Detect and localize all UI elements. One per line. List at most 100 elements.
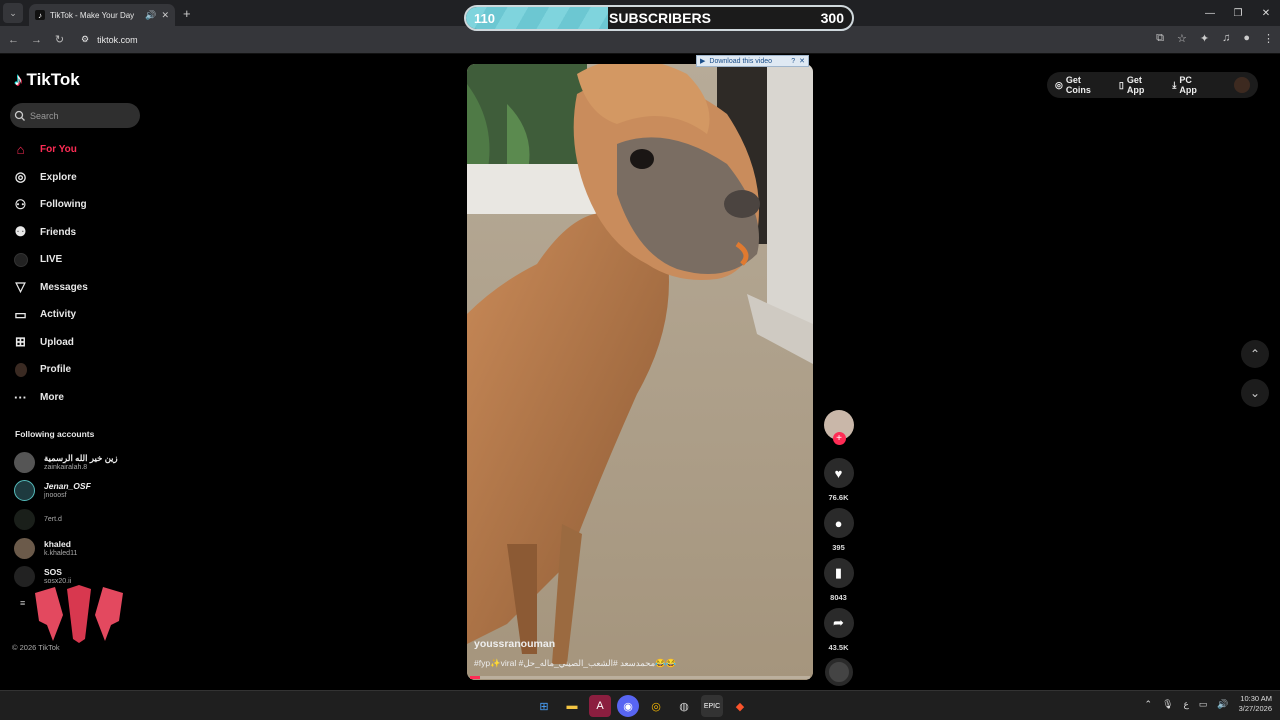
download-bar-close-icon[interactable]: ✕	[799, 57, 805, 65]
epic-games-icon[interactable]: EPIC	[701, 695, 723, 717]
see-more-list-icon[interactable]: ≡	[20, 598, 25, 608]
windows-start-icon[interactable]: ⊞	[533, 695, 555, 717]
search-input[interactable]: Search	[10, 103, 140, 128]
media-controls-icon[interactable]: ♫	[1222, 32, 1230, 45]
browser-tab[interactable]: ♪ TikTok - Make Your Day 🔊 ✕	[29, 4, 175, 26]
close-tab-icon[interactable]: ✕	[161, 10, 169, 21]
forward-button[interactable]: →	[25, 34, 48, 46]
language-icon[interactable]: ع	[1184, 699, 1189, 710]
back-button[interactable]: ←	[2, 34, 25, 46]
sidebar-item-following[interactable]: ⚇ Following	[12, 191, 172, 219]
account-name: Jenan_OSF	[44, 481, 91, 492]
get-coins-label: Get Coins	[1065, 75, 1091, 95]
obs-icon[interactable]: ◍	[673, 695, 695, 717]
minimize-button[interactable]: —	[1196, 0, 1224, 26]
download-bar-help-icon[interactable]: ?	[791, 58, 795, 65]
sidebar-item-explore[interactable]: ◎ Explore	[12, 164, 172, 192]
save-button[interactable]: ▮	[823, 558, 854, 588]
top-actions: ◎ Get Coins ▯ Get App ⤓ PC App	[1047, 72, 1258, 98]
volume-icon[interactable]: 🔊	[1217, 699, 1228, 710]
close-window-button[interactable]: ✕	[1252, 0, 1280, 26]
avatar	[14, 451, 35, 473]
sidebar-item-messages[interactable]: ▽ Messages	[12, 274, 172, 302]
like-action: ♥ 76.6K	[822, 458, 855, 502]
tiktok-logo[interactable]: ♪ TikTok	[14, 70, 80, 90]
following-account[interactable]: 7ert.d	[14, 505, 164, 534]
url-text: tiktok.com	[97, 34, 138, 45]
heart-icon: ♥	[834, 465, 843, 481]
profile-icon[interactable]: ●	[1243, 32, 1250, 45]
restore-button[interactable]: ❐	[1224, 0, 1252, 26]
following-account[interactable]: Jenan_OSF jnooosf	[14, 477, 164, 506]
file-explorer-icon[interactable]: ▬	[561, 695, 583, 717]
subscriber-label: SUBSCRIBERS	[609, 10, 711, 26]
account-username: k.khaled11	[44, 549, 78, 557]
bookmark-star-icon[interactable]: ☆	[1177, 32, 1187, 45]
video-author[interactable]: youssranouman	[474, 638, 555, 650]
sidebar-item-profile[interactable]: Profile	[12, 356, 172, 384]
get-app-button[interactable]: ▯ Get App	[1119, 75, 1160, 95]
like-count: 76.6K	[828, 493, 849, 502]
get-coins-button[interactable]: ◎ Get Coins	[1055, 75, 1107, 95]
sidebar-item-label: Messages	[40, 281, 88, 293]
comment-action: ● 395	[822, 508, 855, 552]
share-count: 43.5K	[828, 643, 849, 652]
network-icon[interactable]: ▭	[1199, 699, 1208, 710]
subscriber-current-count: 110	[474, 10, 495, 26]
creator-avatar[interactable]: +	[823, 410, 854, 445]
url-field[interactable]: ⚙ tiktok.com	[81, 34, 138, 45]
avatar	[14, 480, 35, 502]
sidebar-item-for-you[interactable]: ⌂ For You	[12, 136, 172, 164]
subscriber-goal-overlay: 110 SUBSCRIBERS 300	[464, 5, 854, 31]
following-account[interactable]: khaled k.khaled11	[14, 534, 164, 563]
sidebar-item-live[interactable]: LIVE	[12, 246, 172, 274]
previous-video-button[interactable]: ⌃	[1241, 340, 1269, 368]
pc-app-button[interactable]: ⤓ PC App	[1172, 75, 1210, 95]
profile-avatar-icon	[12, 362, 29, 377]
sidebar-item-upload[interactable]: ⊞ Upload	[12, 329, 172, 357]
friends-icon: ⚉	[14, 224, 27, 240]
avatar	[14, 566, 35, 588]
video-progress-fill	[470, 676, 481, 679]
follow-plus-icon[interactable]: +	[832, 432, 846, 445]
tray-chevron-up-icon[interactable]: ⌃	[1145, 699, 1153, 710]
music-disc-icon[interactable]	[824, 658, 853, 686]
sidebar-item-label: Profile	[40, 364, 72, 376]
speaker-icon[interactable]: 🔊	[145, 10, 156, 21]
upload-icon: ⊞	[15, 334, 26, 350]
following-account[interactable]: زين خير الله الرسمية zainkairalah.8	[14, 448, 164, 477]
comment-button[interactable]: ●	[823, 508, 854, 538]
new-tab-button[interactable]: +	[183, 6, 191, 21]
brave-icon[interactable]: ◆	[729, 695, 751, 717]
sidebar-item-label: Upload	[40, 336, 74, 348]
design-app-icon[interactable]: A	[589, 695, 611, 717]
discord-icon[interactable]: ◉	[617, 695, 639, 717]
brand-name: TikTok	[26, 70, 80, 89]
microphone-icon[interactable]: 🎙	[1162, 699, 1173, 710]
share-button[interactable]: ➦	[823, 608, 854, 638]
sidebar-item-more[interactable]: ··· More	[12, 384, 172, 412]
browser-menu-icon[interactable]: ⋮	[1263, 32, 1274, 45]
install-icon[interactable]: ⧉	[1156, 32, 1164, 45]
sidebar-item-activity[interactable]: ▭ Activity	[12, 301, 172, 329]
account-name: زين خير الله الرسمية	[44, 452, 118, 463]
following-icon: ⚇	[14, 196, 27, 212]
download-video-bar[interactable]: ▶ Download this video ? ✕	[696, 55, 809, 67]
site-info-icon[interactable]: ⚙	[81, 34, 89, 45]
subscriber-goal-count: 300	[820, 10, 844, 26]
comment-count: 395	[832, 543, 845, 552]
sidebar-item-friends[interactable]: ⚉ Friends	[12, 219, 172, 247]
video-progress-bar[interactable]	[470, 676, 810, 679]
extensions-icon[interactable]: ✦	[1200, 32, 1209, 45]
video-player[interactable]	[467, 64, 813, 680]
tab-search-button[interactable]: ⌄	[3, 3, 23, 23]
clock-time: 10:30 AM	[1240, 694, 1272, 703]
live-icon	[12, 252, 29, 267]
next-video-button[interactable]: ⌄	[1241, 379, 1269, 407]
clock[interactable]: 10:30 AM 3/27/2026	[1239, 694, 1272, 714]
chrome-icon[interactable]: ◎	[645, 695, 667, 717]
share-action: ➦ 43.5K	[822, 608, 855, 652]
user-avatar[interactable]	[1234, 77, 1250, 93]
reload-button[interactable]: ↻	[48, 33, 71, 46]
like-button[interactable]: ♥	[823, 458, 854, 488]
